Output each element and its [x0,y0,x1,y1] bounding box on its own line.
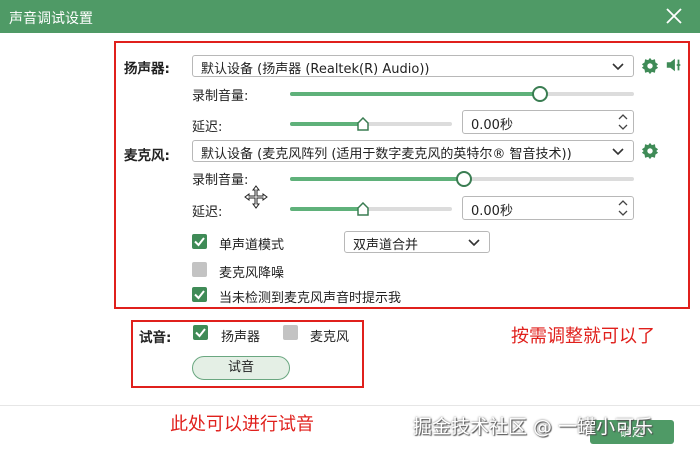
notify-checkbox[interactable] [192,287,207,302]
noise-reduction-label: 麦克风降噪 [219,266,285,281]
speaker-volume-label: 录制音量: [192,89,249,104]
speaker-delay-fill [290,122,363,126]
mic-delay-label: 延迟: [192,205,223,220]
title-bar: 声音调试设置 [0,0,700,33]
speaker-delay-value: 0.00秒 [471,118,513,133]
mic-delay-fill [290,207,363,211]
check-icon [194,290,205,300]
speaker-delay-input[interactable]: 0.00秒 [462,110,634,134]
mono-mode-checkbox[interactable] [192,234,207,249]
check-icon [194,237,205,247]
speaker-label: 扬声器: [124,61,170,77]
test-speaker-label: 扬声器 [221,330,261,345]
spin-arrows-icon[interactable] [617,197,629,219]
mono-mode-select-value: 双声道合并 [353,238,419,253]
mic-settings-gear-icon[interactable] [641,142,659,160]
mic-volume-thumb[interactable] [456,171,472,187]
mic-delay-slider[interactable] [290,202,452,216]
annotation-adjust: 按需调整就可以了 [511,326,655,347]
mono-mode-select[interactable]: 双声道合并 [344,231,490,253]
speaker-settings-gear-icon[interactable] [641,57,659,75]
check-icon [195,328,206,338]
mic-delay-value: 0.00秒 [471,204,513,219]
mic-delay-thumb[interactable] [357,202,369,216]
annotation-test: 此处可以进行试音 [170,414,314,435]
notify-label: 当未检测到麦克风声音时提示我 [219,291,402,306]
speaker-volume-slider[interactable] [290,86,634,102]
chevron-down-icon [612,148,624,156]
close-icon[interactable] [662,4,686,28]
speaker-volume-fill [290,92,538,96]
speaker-device-value: 默认设备 (扬声器 (Realtek(R) Audio)) [201,62,430,77]
noise-reduction-checkbox[interactable] [192,262,207,277]
footer-divider [0,405,700,406]
chevron-down-icon [468,239,480,247]
speaker-delay-thumb[interactable] [357,117,369,131]
mic-device-select[interactable]: 默认设备 (麦克风阵列 (适用于数字麦克风的英特尔® 智音技术)) [192,140,634,162]
speaker-volume-thumb[interactable] [531,86,548,102]
mono-mode-label: 单声道模式 [219,238,285,253]
test-mic-checkbox[interactable] [283,325,298,340]
watermark: 掘金技术社区 @ 一罐小可乐 [413,416,654,438]
mic-volume-fill [290,177,462,181]
mic-volume-slider[interactable] [290,171,634,187]
mic-volume-label: 录制音量: [192,173,249,188]
test-mic-label: 麦克风 [310,330,350,345]
speaker-volume-icon[interactable] [665,56,683,74]
spin-arrows-icon[interactable] [617,111,629,133]
test-button[interactable]: 试音 [192,356,290,380]
test-label: 试音: [139,330,172,346]
speaker-delay-slider[interactable] [290,117,452,131]
chevron-down-icon [612,63,624,71]
move-cursor-icon [244,185,268,209]
test-speaker-checkbox[interactable] [193,325,208,340]
mic-delay-input[interactable]: 0.00秒 [462,196,634,220]
window-title: 声音调试设置 [9,11,93,27]
mic-label: 麦克风: [124,148,170,164]
speaker-delay-label: 延迟: [192,120,223,135]
mic-device-value: 默认设备 (麦克风阵列 (适用于数字麦克风的英特尔® 智音技术)) [201,147,572,162]
speaker-device-select[interactable]: 默认设备 (扬声器 (Realtek(R) Audio)) [192,55,634,77]
